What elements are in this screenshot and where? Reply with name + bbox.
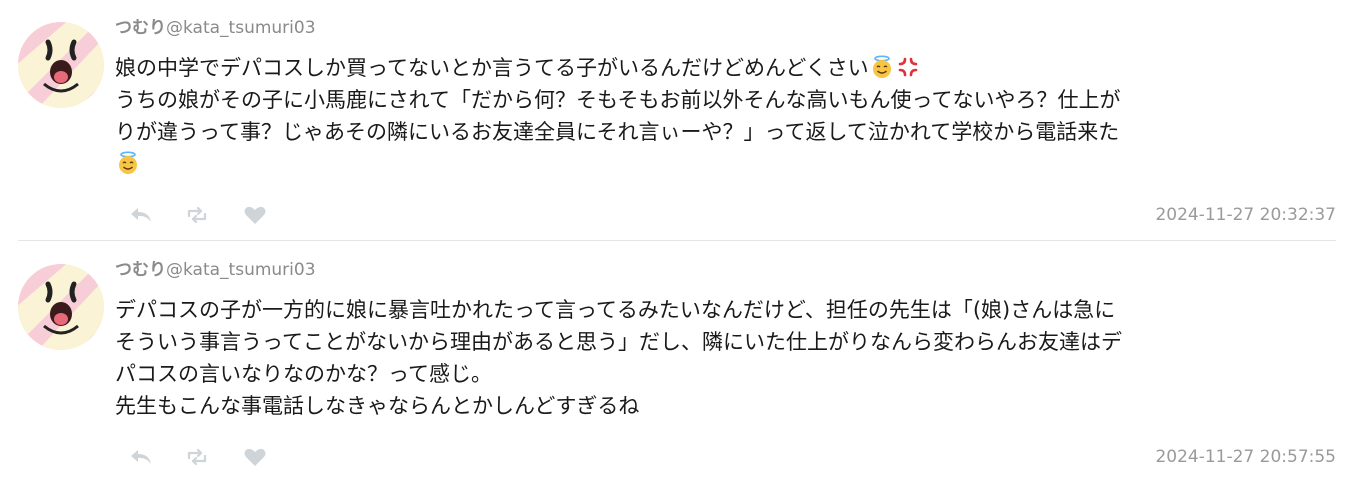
tweet-header: つむり@kata_tsumuri03 — [115, 16, 316, 40]
username[interactable]: @kata_tsumuri03 — [166, 18, 316, 38]
display-name[interactable]: つむり — [115, 18, 166, 38]
tweet: つむり@kata_tsumuri03 デパコスの子が一方的に娘に暴言吐かれたって… — [0, 242, 1366, 480]
tweet-text-line: 娘の中学でデパコスしか買ってないとか言うてる子がいるんだけどめんどくさい — [115, 52, 1330, 84]
tweet-text-line — [115, 148, 1330, 180]
tweet-text-line: うちの娘がその子に小馬鹿にされて「だから何？そもそもお前以外そんな高いもん使って… — [115, 88, 1121, 112]
tweet-text-line: デパコスの子が一方的に娘に暴言吐かれたって言ってるみたいなんだけど、担任の先生は… — [115, 298, 1116, 322]
tweet-text: デパコスの子が一方的に娘に暴言吐かれたって言ってるみたいなんだけど、担任の先生は… — [115, 294, 1330, 422]
timestamp[interactable]: 2024-11-27 20:32:37 — [1155, 205, 1336, 225]
timestamp[interactable]: 2024-11-27 20:57:55 — [1155, 447, 1336, 467]
cartoon-face-avatar-icon — [18, 22, 104, 108]
tweet-header: つむり@kata_tsumuri03 — [115, 258, 316, 282]
tweet-text-line: そういう事言うってことがないから理由があると思う」だし、隣にいた仕上がりなんら変… — [115, 330, 1122, 354]
retweet-icon[interactable] — [184, 203, 210, 227]
tweet-text: 娘の中学でデパコスしか買ってないとか言うてる子がいるんだけどめんどくさい うちの… — [115, 52, 1330, 180]
reply-icon[interactable] — [128, 203, 154, 227]
divider — [18, 240, 1336, 241]
retweet-icon[interactable] — [184, 445, 210, 469]
avatar[interactable] — [18, 22, 104, 108]
tweet-text-segment: 娘の中学でデパコスしか買ってないとか言うてる子がいるんだけどめんどくさい — [115, 56, 869, 80]
angel-face-emoji-icon — [870, 55, 894, 79]
like-icon[interactable] — [242, 203, 268, 227]
tweet: つむり@kata_tsumuri03 娘の中学でデパコスしか買ってないとか言うて… — [0, 0, 1366, 240]
angel-face-emoji-icon — [116, 151, 140, 175]
avatar[interactable] — [18, 264, 104, 350]
tweet-text-line: パコスの言いなりなのかな？って感じ。 — [115, 362, 492, 386]
like-icon[interactable] — [242, 445, 268, 469]
tweet-text-line: 先生もこんな事電話しなきゃならんとかしんどすぎるね — [115, 394, 640, 418]
reply-icon[interactable] — [128, 445, 154, 469]
anger-symbol-emoji-icon — [896, 55, 920, 79]
tweet-text-line: りが違うって事？じゃあその隣にいるお友達全員にそれ言ぃーや？」って返して泣かれて… — [115, 120, 1120, 144]
cartoon-face-avatar-icon — [18, 264, 104, 350]
display-name[interactable]: つむり — [115, 260, 166, 280]
username[interactable]: @kata_tsumuri03 — [166, 260, 316, 280]
